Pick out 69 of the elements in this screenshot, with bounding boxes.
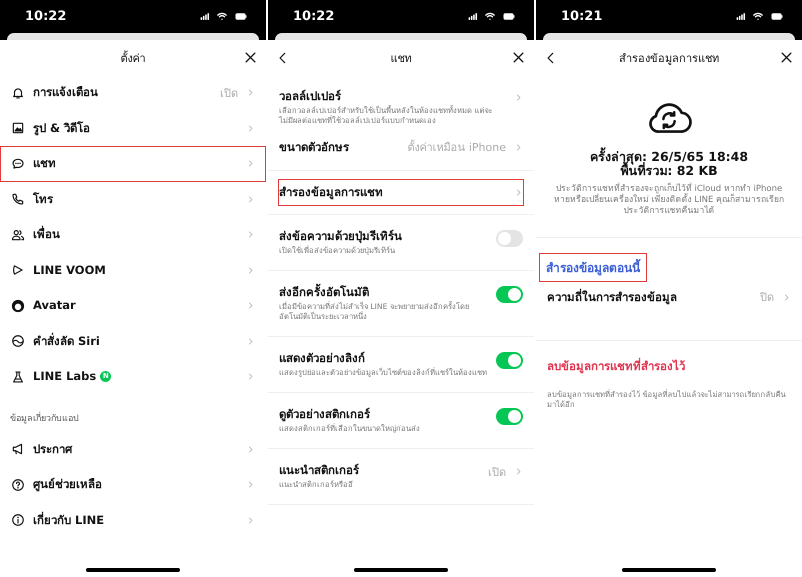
clock-time: 10:21 (561, 9, 602, 24)
chevron-right-icon (246, 266, 255, 275)
flask-icon (11, 370, 25, 384)
phone-icon (11, 192, 25, 206)
image-icon (11, 121, 25, 136)
setting-value: ปิด (760, 290, 774, 306)
bell-icon (11, 86, 25, 100)
chevron-right-icon (246, 444, 255, 454)
settings-row[interactable]: ขนาดตัวอักษร ตั้งค่าเหมือน iPhone (278, 132, 524, 162)
signal-icon (199, 11, 212, 22)
settings-row[interactable]: ประกาศ (0, 432, 266, 467)
settings-row[interactable]: ศูนย์ช่วยเหลือ (0, 467, 266, 502)
screen-title: สำรองข้อมูลการแชท (619, 50, 719, 66)
settings-row[interactable]: รูป & วิดีโอ (0, 110, 266, 146)
help-circle-icon (11, 478, 25, 492)
settings-row[interactable]: ความถี่ในการสำรองข้อมูล ปิด (546, 282, 792, 312)
wifi-icon (216, 11, 228, 22)
screen-title: แชท (390, 50, 412, 66)
signal-icon (735, 11, 748, 22)
toggle-switch[interactable] (496, 230, 523, 247)
settings-row[interactable]: เพื่อน (0, 217, 266, 252)
settings-row[interactable]: โทร (0, 182, 266, 217)
close-icon[interactable] (511, 50, 526, 65)
toggle-switch[interactable] (496, 408, 523, 425)
settings-row[interactable]: สำรองข้อมูลการแชท (278, 179, 524, 206)
toggle-switch[interactable] (496, 286, 523, 303)
wifi-icon (752, 11, 764, 22)
chevron-right-icon (246, 516, 255, 525)
play-icon (11, 263, 25, 278)
wave-circle-icon (11, 334, 25, 348)
settings-row[interactable]: LINE VOOM (0, 252, 266, 288)
avatar-icon (11, 298, 25, 313)
chevron-right-icon (246, 124, 255, 133)
settings-row[interactable]: Avatar (0, 288, 266, 324)
backup-now-link[interactable]: สำรองข้อมูลตอนนี้ (539, 253, 647, 282)
chevron-right-icon (514, 93, 523, 102)
chevron-right-icon (514, 142, 523, 152)
signal-icon (467, 11, 480, 22)
chevron-right-icon (782, 292, 791, 302)
chevron-right-icon (246, 480, 255, 490)
chat-bubble-icon (11, 156, 25, 171)
settings-row[interactable]: เกี่ยวกับ LINE (0, 502, 266, 538)
setting-value: ตั้งค่าเหมือน iPhone (407, 138, 506, 156)
clock-time: 10:22 (25, 9, 66, 24)
chevron-right-icon (246, 301, 255, 310)
toggle-switch[interactable] (496, 352, 523, 369)
clock-time: 10:22 (293, 9, 334, 24)
chevron-right-icon (514, 467, 523, 476)
settings-row[interactable]: คำสั่งลัด Siri (0, 324, 266, 359)
screen-title: ตั้งค่า (120, 50, 146, 66)
chevron-right-icon (514, 188, 523, 197)
close-icon[interactable] (779, 50, 794, 65)
close-icon[interactable] (243, 50, 258, 65)
megaphone-icon (11, 442, 25, 456)
chevron-right-icon (246, 159, 255, 168)
chevron-right-icon (246, 372, 255, 382)
settings-row[interactable]: แชท (0, 146, 266, 182)
settings-row[interactable]: การแจ้งเตือน เปิด (0, 75, 266, 110)
section-heading: ข้อมูลเกี่ยวกับแอป (9, 410, 80, 426)
people-icon (11, 228, 25, 242)
chevron-right-icon (246, 336, 255, 346)
setting-value: เปิด (220, 86, 238, 102)
chevron-right-icon (246, 230, 255, 240)
chevron-right-icon (246, 88, 255, 98)
info-circle-icon (11, 513, 25, 528)
chevron-right-icon (246, 194, 255, 204)
setting-value: เปิด (488, 465, 506, 481)
backup-description: ประวัติการแชทที่สำรองจะถูกเก็บไว้ที่ iCloud หากทำ iPhone หายหรือเปลี่ยนเครื่องใหม่ เพียงติดตั้ง LINE คุณก็สามารถเรียกประวัติการแชทคืนมาได้ (552, 184, 786, 217)
wifi-icon (484, 11, 496, 22)
